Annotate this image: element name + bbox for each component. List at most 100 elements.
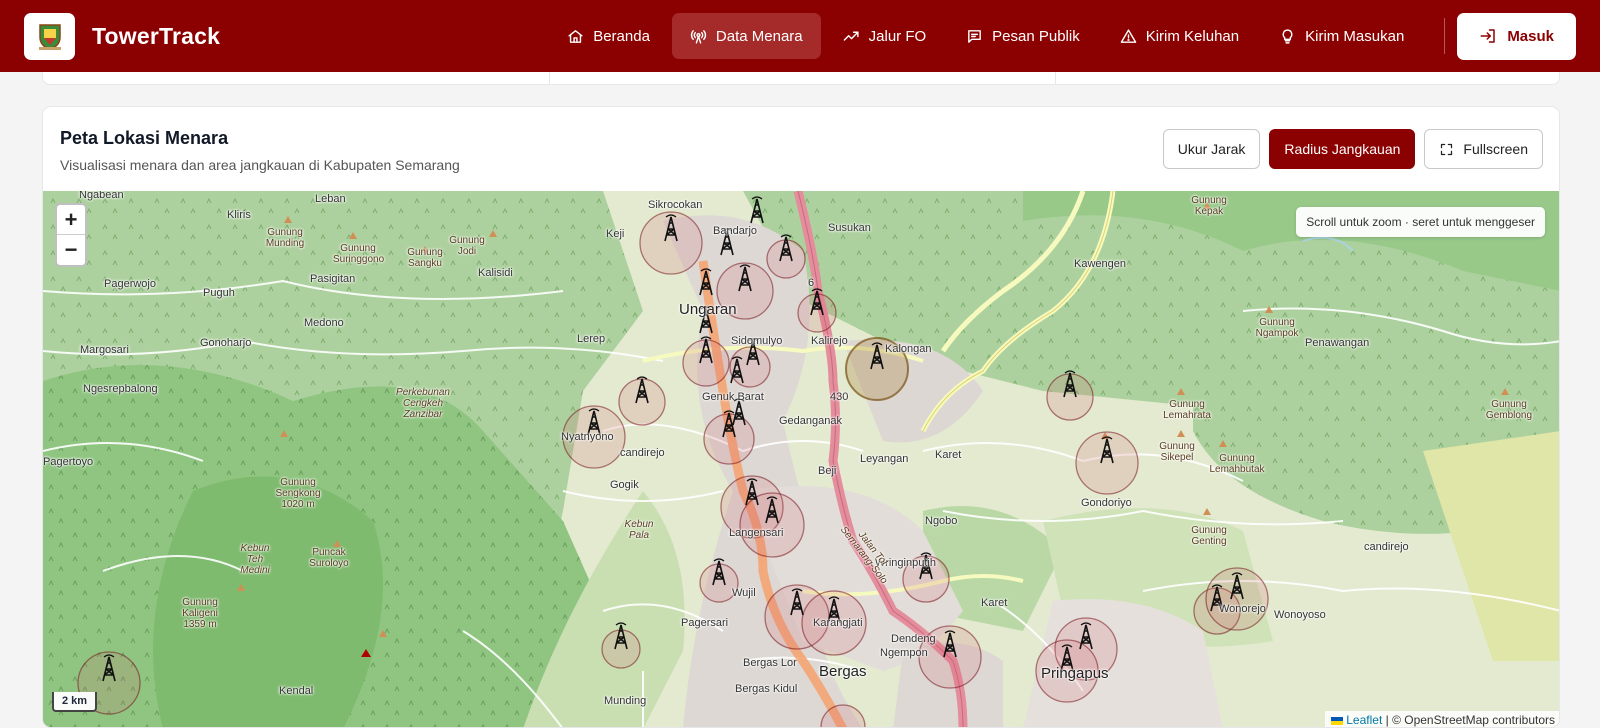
map-card-title: Peta Lokasi Menara — [60, 128, 229, 148]
map-label: Kliris — [227, 209, 251, 221]
peak-label: Gunung Genting — [1191, 525, 1227, 547]
measure-distance-button[interactable]: Ukur Jarak — [1162, 129, 1261, 169]
crest-icon — [38, 24, 61, 50]
map-label: Ngempon — [880, 647, 928, 659]
lightbulb-icon — [1282, 28, 1293, 44]
nav-label: Pesan Publik — [992, 27, 1080, 45]
map-label: Bergas Lor — [743, 657, 797, 669]
message-icon — [968, 29, 982, 43]
area-label: Kebun Teh Medini — [240, 543, 270, 576]
brand-name: TowerTrack — [92, 22, 221, 49]
map-label: Margosari — [80, 344, 129, 356]
map-label: Leban — [315, 193, 346, 205]
login-button[interactable]: Masuk — [1457, 12, 1576, 60]
map-label: Gonoharjo — [200, 337, 252, 349]
map-label: Puguh — [203, 287, 235, 299]
map-label: Bergas Kidul — [735, 683, 798, 695]
road-shield-label: 430 — [830, 391, 849, 403]
map-label: Kendal — [279, 685, 314, 697]
map-label: Susukan — [828, 222, 871, 234]
map-label: Pagersari — [681, 617, 729, 629]
peak-label: Gunung Sikepel — [1159, 441, 1195, 463]
fullscreen-button[interactable]: Fullscreen — [1424, 129, 1543, 169]
map-label: Penawangan — [1305, 337, 1370, 349]
nav-item-jalur-fo[interactable]: Jalur FO — [825, 13, 945, 59]
map-label: Leyangan — [860, 453, 909, 465]
peak-label: Gunung Munding — [265, 227, 305, 249]
peak-label: Gunung Gemblong — [1485, 399, 1533, 421]
map-label: Wujil — [732, 587, 756, 599]
leaflet-link[interactable]: Leaflet — [1346, 713, 1382, 727]
peak-label: Gunung Kepak — [1191, 195, 1227, 217]
map-label: Genuk Barat — [702, 391, 764, 403]
map-label: Gedanganak — [779, 415, 842, 427]
fullscreen-icon — [1441, 143, 1453, 155]
road-shield-label: 6 — [808, 277, 815, 289]
map-label: candirejo — [620, 447, 665, 459]
nav-label: Beranda — [593, 27, 650, 45]
zoom-control: + − — [55, 203, 87, 267]
attribution-text: | © OpenStreetMap contributors — [1385, 713, 1555, 727]
top-navbar: TowerTrack Beranda Data Menara Jalur FO … — [0, 0, 1600, 72]
zoom-in-button[interactable]: + — [57, 205, 85, 235]
map-label: Langensari — [729, 527, 784, 539]
map-label: Beji — [818, 465, 837, 477]
peak-label: Gunung Sengkong 1020 m — [275, 477, 321, 510]
map-label: Wonorejo — [1219, 603, 1266, 615]
peak-label: Gunung Ngampok — [1255, 317, 1299, 339]
app-logo[interactable] — [24, 12, 75, 60]
peak-label: Gunung Kaligeni 1359 m — [182, 597, 218, 630]
map-label: Sidomulyo — [731, 335, 783, 347]
antenna-icon — [690, 29, 706, 44]
map-tiles — [43, 191, 1559, 727]
nav-label: Data Menara — [715, 27, 803, 45]
map-label: Karet — [981, 597, 1008, 609]
map-label: Karet — [935, 449, 962, 461]
map-label: Pasigitan — [310, 273, 356, 285]
map-label: Munding — [604, 695, 647, 707]
login-icon — [1480, 29, 1496, 43]
area-label: Kebun Pala — [624, 519, 654, 541]
nav-item-data-menara[interactable]: Data Menara — [671, 13, 821, 59]
nav-item-pesan-publik[interactable]: Pesan Publik — [948, 13, 1098, 59]
warning-icon — [1120, 28, 1137, 43]
coverage-radius-button[interactable]: Radius Jangkauan — [1269, 129, 1416, 169]
map-label: Bergas — [819, 663, 867, 680]
map-label: Wonoyoso — [1274, 609, 1326, 621]
map-label: Karangjati — [813, 617, 863, 629]
map-label: Gogik — [610, 479, 639, 491]
zoom-out-button[interactable]: − — [57, 235, 85, 265]
map-label: Ngesrepbalong — [83, 383, 158, 395]
peak-label: Gunung Sangku — [407, 247, 443, 269]
peak-label: Gunung Lemahbutak — [1209, 453, 1265, 475]
map-label: Kalongan — [885, 343, 932, 355]
nav-label: Jalur FO — [868, 27, 927, 45]
button-label: Ukur Jarak — [1177, 141, 1246, 157]
map-label: candirejo — [1364, 541, 1409, 553]
map-label: Ngabean — [79, 191, 124, 201]
map-label: Sikrocokan — [648, 199, 703, 211]
map-card: Peta Lokasi Menara Visualisasi menara da… — [42, 106, 1560, 728]
login-label: Masuk — [1507, 27, 1554, 45]
map-label: Kalisidi — [478, 267, 513, 279]
tower-map[interactable]: Ngabean Leban Kliris Sikrocokan Keji Ban… — [43, 191, 1559, 727]
button-label: Fullscreen — [1463, 141, 1528, 157]
nav-item-kirim-keluhan[interactable]: Kirim Keluhan — [1102, 13, 1257, 59]
map-label: Lerep — [577, 333, 606, 345]
peak-label: Gunung Lemahrata — [1163, 399, 1211, 421]
map-label: Bandarjo — [713, 225, 758, 237]
stat-cards-edge — [42, 72, 1560, 85]
map-toolbar: Ukur Jarak Radius Jangkauan Fullscreen — [1162, 129, 1543, 169]
peak-label: Gunung Jodi — [449, 235, 485, 257]
map-label: Kalirejo — [811, 335, 848, 347]
nav-divider — [1444, 18, 1446, 54]
area-label: Perkebunan Cengkeh Zanzibar — [396, 387, 450, 420]
nav-item-beranda[interactable]: Beranda — [549, 13, 668, 59]
map-label: Dendeng — [891, 633, 936, 645]
map-label: Ungaran — [679, 301, 737, 318]
map-label: Pringapus — [1041, 665, 1109, 682]
nav-label: Kirim Masukan — [1305, 27, 1405, 45]
ukraine-flag-icon — [1331, 717, 1344, 725]
nav-item-kirim-masukan[interactable]: Kirim Masukan — [1261, 13, 1422, 59]
button-label: Radius Jangkauan — [1284, 141, 1401, 157]
